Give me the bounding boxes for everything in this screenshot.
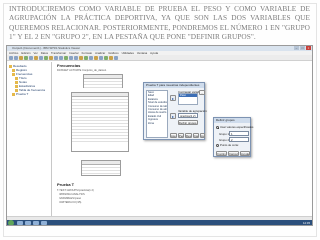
promote-icon[interactable] <box>74 56 78 60</box>
taskbar-clock: 12:45 <box>303 221 310 225</box>
use-values-radio[interactable] <box>216 126 219 129</box>
group2-field[interactable]: 2 <box>229 137 249 142</box>
show-all-icon[interactable] <box>69 56 73 60</box>
output-section-ttest: Prueba T <box>57 182 75 187</box>
paste-button[interactable]: Pegar <box>178 133 184 138</box>
cut-point-radio[interactable] <box>216 144 219 147</box>
frequency-table <box>71 92 129 152</box>
chart-icon[interactable] <box>59 56 63 60</box>
spss-task-icon[interactable] <box>33 221 39 225</box>
print-icon[interactable] <box>19 56 23 60</box>
ok-button[interactable]: Aceptar <box>170 133 177 138</box>
open-icon[interactable] <box>9 56 13 60</box>
output-note: DATASET ACTIVATE Conjunto_de_datos1. <box>57 69 107 72</box>
syntax-line: /VARIABLES=peso <box>59 197 82 200</box>
outline-pane: Resultado Registro Frecuencias Título No… <box>7 62 52 216</box>
show-icon[interactable] <box>94 56 98 60</box>
summary-table <box>81 160 121 176</box>
cut-point-label: Punto de corte: <box>220 143 239 147</box>
test-variable-list[interactable]: Peso <box>178 93 198 105</box>
source-variable-list[interactable]: Sexo Edad Estatura Nivel de estudios Con… <box>146 90 168 138</box>
cancel-button[interactable]: Cancelar <box>193 133 199 138</box>
define-groups-dialog: Definir grupos Usar valores especificado… <box>213 117 254 157</box>
window-controls: – □ × <box>294 46 311 50</box>
syntax-line: /CRITERIA=CI(.95). <box>59 201 82 204</box>
define-groups-button[interactable]: Definir grupos... <box>178 120 198 125</box>
group1-field[interactable]: 1 <box>229 131 249 136</box>
recall-icon[interactable] <box>29 56 33 60</box>
expand-icon[interactable] <box>84 56 88 60</box>
tree-item-label: Prueba T <box>16 92 29 96</box>
output-heading: Frecuencias <box>57 63 81 68</box>
window-title: Output1 [Document1] - IBM SPSS Statistic… <box>12 46 81 50</box>
ttest-dialog: Prueba T para muestras independientes Se… <box>143 82 207 140</box>
explorer-icon[interactable] <box>17 221 23 225</box>
goto-case-icon[interactable] <box>49 56 53 60</box>
groups-help-button[interactable]: Ayuda <box>240 151 250 156</box>
undo-icon[interactable] <box>34 56 38 60</box>
move-group-var-button[interactable]: ▸ <box>170 113 176 119</box>
save-icon[interactable] <box>14 56 18 60</box>
document-icon[interactable] <box>41 221 47 225</box>
groups-cancel-button[interactable]: Cancelar <box>228 151 239 156</box>
insert-text-icon[interactable] <box>114 56 118 60</box>
syntax-line: T-TEST GROUPS=practica(1 2) <box>57 189 94 192</box>
define-groups-title: Definir grupos <box>214 118 250 123</box>
tree-item[interactable]: Prueba T <box>9 92 49 96</box>
variable-item[interactable]: Zona <box>147 122 167 125</box>
minimize-icon[interactable]: – <box>294 46 299 50</box>
export-icon[interactable] <box>24 56 28 60</box>
ttest-dialog-title: Prueba T para muestras independientes <box>144 83 204 88</box>
browser-icon[interactable] <box>25 221 31 225</box>
demote-icon[interactable] <box>79 56 83 60</box>
taskbar: 12:45 <box>7 220 312 225</box>
insert-heading-icon[interactable] <box>104 56 108 60</box>
folder-icon <box>12 92 15 96</box>
output-pane: Frecuencias DATASET ACTIVATE Conjunto_de… <box>53 62 312 216</box>
help-button[interactable]: Ayuda <box>200 133 205 138</box>
goto-data-icon[interactable] <box>44 56 48 60</box>
maximize-icon[interactable]: □ <box>300 46 305 50</box>
close-icon[interactable]: × <box>306 46 311 50</box>
collapse-icon[interactable] <box>89 56 93 60</box>
options-side-button[interactable]: … <box>199 90 205 95</box>
use-values-label: Usar valores especificados <box>220 125 254 129</box>
continue-button[interactable]: Continuar <box>216 151 227 156</box>
spss-window: Output1 [Document1] - IBM SPSS Statistic… <box>6 45 313 226</box>
slide-caption: INTRODUCIREMOS COMO VARIABLE DE PRUEBA E… <box>9 4 310 42</box>
start-icon[interactable] <box>8 220 14 225</box>
toolbar <box>7 55 312 61</box>
hide-icon[interactable] <box>99 56 103 60</box>
move-test-var-button[interactable]: ▸ <box>170 95 176 101</box>
syntax-line: /MISSING=ANALYSIS <box>59 193 85 196</box>
test-variable-item[interactable]: Peso <box>179 94 197 98</box>
redo-icon[interactable] <box>39 56 43 60</box>
reset-button[interactable]: Restablecer <box>185 133 192 138</box>
group-var-field[interactable]: practica(1 2) <box>178 113 198 118</box>
insert-title-icon[interactable] <box>109 56 113 60</box>
statistics-table <box>83 74 123 88</box>
select-icon[interactable] <box>64 56 68 60</box>
variables-icon[interactable] <box>54 56 58 60</box>
